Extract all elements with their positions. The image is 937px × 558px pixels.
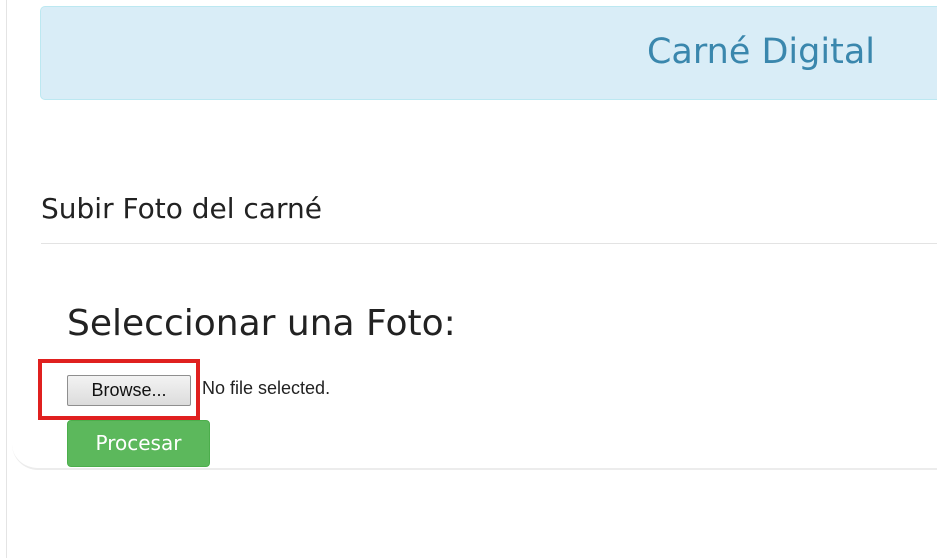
browse-button[interactable]: Browse... [67,375,191,406]
page: Carné Digital Subir Foto del carné Selec… [0,0,937,558]
section-title: Subir Foto del carné [41,192,322,225]
header-banner: Carné Digital [40,6,937,100]
file-status-text: No file selected. [202,378,331,398]
procesar-button[interactable]: Procesar [67,420,210,467]
photo-field-heading: Seleccionar una Foto: [67,303,456,344]
page-left-border [6,0,7,558]
section-divider [41,243,937,244]
page-title: Carné Digital [646,32,875,72]
